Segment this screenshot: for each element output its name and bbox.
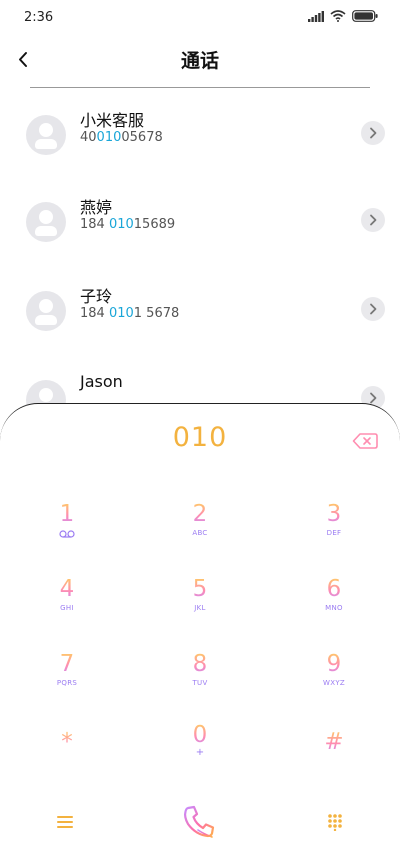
- backspace-icon: [352, 433, 378, 449]
- dialpad-panel: 010 1 2 ABC 3 DEF 4 GHI 5 JKL 6 MNO 7 PQ…: [0, 403, 400, 866]
- contact-row[interactable]: 子玲 184 0101 5678: [0, 287, 400, 361]
- contact-name: 子玲: [80, 287, 113, 306]
- avatar: [26, 202, 66, 242]
- menu-icon: [57, 816, 73, 828]
- key-7[interactable]: 7 PQRS: [27, 651, 107, 701]
- avatar: [26, 291, 66, 331]
- chevron-right-icon: [370, 127, 377, 139]
- call-button[interactable]: [182, 804, 218, 844]
- phone-call-icon: [183, 805, 215, 838]
- key-0[interactable]: 0 +: [160, 722, 240, 772]
- key-hash[interactable]: #: [294, 729, 374, 779]
- contact-row[interactable]: 燕婷 184 01015689: [0, 198, 400, 272]
- avatar: [26, 115, 66, 155]
- keypad-grid-icon: [328, 814, 342, 832]
- backspace-button[interactable]: [352, 432, 378, 450]
- contact-name: Jason: [80, 372, 123, 391]
- detail-button[interactable]: [361, 121, 385, 145]
- status-icons: [308, 10, 378, 22]
- wifi-icon: [330, 10, 346, 22]
- contact-number: 184 0101 5678: [80, 306, 180, 321]
- number-match: 010: [108, 217, 134, 232]
- chevron-right-icon: [370, 303, 377, 315]
- dialed-number: 010: [172, 422, 228, 453]
- key-star[interactable]: *: [27, 729, 107, 779]
- number-match: 010: [108, 306, 134, 321]
- contact-row[interactable]: 小米客服 4001005678: [0, 111, 400, 185]
- signal-icon: [308, 10, 324, 22]
- key-2[interactable]: 2 ABC: [160, 501, 240, 551]
- detail-button[interactable]: [361, 297, 385, 321]
- page-title: 通话: [180, 50, 219, 72]
- contact-number: 184 01015689: [80, 217, 176, 232]
- status-bar: 2:36: [0, 0, 400, 36]
- battery-icon: [352, 10, 378, 22]
- key-3[interactable]: 3 DEF: [294, 501, 374, 551]
- divider: [30, 87, 370, 88]
- key-5[interactable]: 5 JKL: [160, 576, 240, 626]
- contact-name: 小米客服: [80, 111, 145, 130]
- contact-name: 燕婷: [80, 198, 113, 217]
- keypad-toggle-button[interactable]: [327, 813, 343, 835]
- voicemail-icon: [59, 530, 75, 538]
- chevron-right-icon: [370, 214, 377, 226]
- key-6[interactable]: 6 MNO: [294, 576, 374, 626]
- key-8[interactable]: 8 TUV: [160, 651, 240, 701]
- detail-button[interactable]: [361, 208, 385, 232]
- status-time: 2:36: [24, 10, 54, 25]
- key-4[interactable]: 4 GHI: [27, 576, 107, 626]
- menu-button[interactable]: [56, 814, 74, 834]
- contact-number: 4001005678: [80, 130, 163, 145]
- key-1[interactable]: 1: [27, 501, 107, 551]
- key-9[interactable]: 9 WXYZ: [294, 651, 374, 701]
- number-match: 010: [96, 130, 122, 145]
- header: 通话: [0, 40, 400, 80]
